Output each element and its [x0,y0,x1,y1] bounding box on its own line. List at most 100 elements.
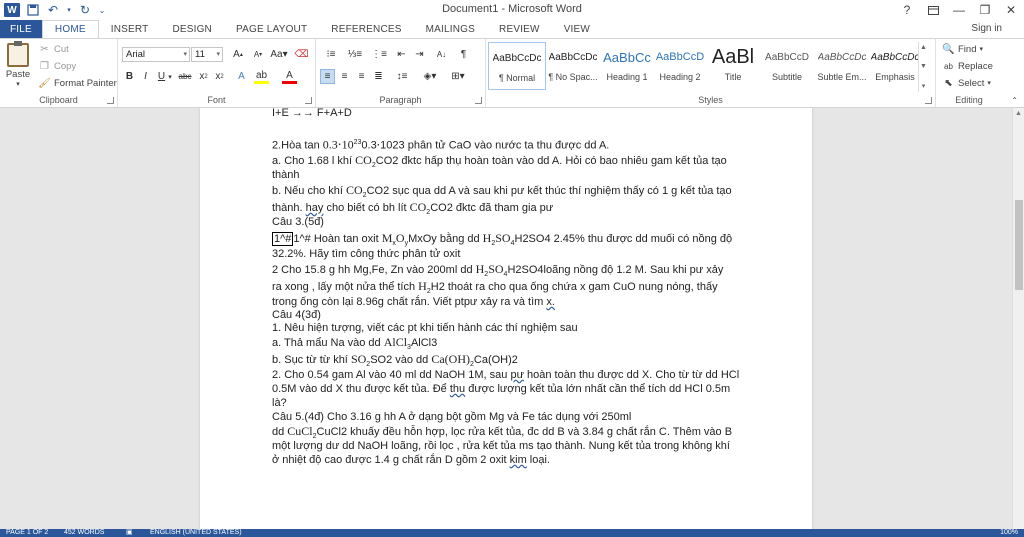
clipboard-launcher-icon[interactable] [107,97,114,104]
font-name-combo[interactable]: Arial ▾ [122,47,190,62]
align-left-icon[interactable]: ≡ [320,69,335,84]
style-subtitle[interactable]: AaBbCcD Subtitle [758,42,816,90]
help-button[interactable]: ? [894,0,920,20]
doc-line[interactable]: là? [272,396,287,410]
undo-dropdown-icon[interactable]: ▾ [66,3,72,17]
clear-formatting-icon[interactable]: ⌫ [294,47,309,62]
styles-launcher-icon[interactable] [925,97,932,104]
tab-view[interactable]: VIEW [552,20,602,38]
tab-page-layout[interactable]: PAGE LAYOUT [224,20,319,38]
undo-icon[interactable]: ↶ [46,3,60,17]
tab-mailings[interactable]: MAILINGS [414,20,487,38]
doc-line[interactable]: I+E →→ F+A+D [272,108,352,120]
page-count[interactable]: PAGE 1 OF 2 [6,529,48,537]
redo-icon[interactable]: ↻ [78,3,92,17]
subscript-button[interactable]: x2 [196,69,211,84]
bold-button[interactable]: B [122,69,137,84]
close-icon[interactable]: ✕ [998,0,1024,20]
decrease-indent-icon[interactable]: ⇤ [394,47,409,62]
collapse-ribbon-icon[interactable]: ⌃ [1011,96,1018,105]
save-icon[interactable] [26,3,40,17]
style-subtle-emphasis[interactable]: AaBbCcDc Subtle Em... [813,42,871,90]
zoom-level[interactable]: 100% [1000,529,1018,537]
tab-file[interactable]: FILE [0,20,42,38]
font-size-dropdown-icon[interactable]: ▾ [216,50,220,58]
word-count[interactable]: 452 WORDS [64,529,104,537]
restore-icon[interactable]: ❐ [972,0,998,20]
style-no-spacing[interactable]: AaBbCcDc ¶ No Spac... [544,42,602,90]
paste-button[interactable]: Paste ▾ [4,41,32,93]
multilevel-list-icon[interactable]: ⋮≡ [368,47,390,62]
doc-line[interactable]: Câu 3.(5đ) [272,215,324,229]
style-heading-2[interactable]: AaBbCcD Heading 2 [651,42,709,90]
doc-line[interactable]: Câu 4(3đ) [272,308,321,322]
sort-icon[interactable]: A↓ [434,47,449,62]
style-normal[interactable]: AaBbCcDc ¶ Normal [488,42,546,90]
cut-button[interactable]: ✂ Cut [38,42,69,56]
align-right-icon[interactable]: ≡ [354,69,369,84]
doc-line[interactable]: a. Cho 1.68 l khí CO2CO2 đktc hấp thụ ho… [272,153,727,173]
font-size-combo[interactable]: 11 ▾ [191,47,223,62]
change-case-button[interactable]: Aa▾ [268,47,290,62]
doc-line[interactable]: thành [272,168,300,182]
replace-button[interactable]: ab Replace [942,59,993,73]
justify-icon[interactable]: ≣ [371,69,386,84]
tab-insert[interactable]: INSERT [99,20,161,38]
font-color-icon[interactable]: A [282,69,297,84]
font-launcher-icon[interactable] [305,97,312,104]
tab-design[interactable]: DESIGN [160,20,224,38]
bullets-icon[interactable]: ⁝≡ [320,47,342,62]
borders-icon[interactable]: ⊞▾ [448,69,468,84]
find-button[interactable]: 🔍 Find ▾ [942,42,983,56]
doc-line[interactable]: 2.Hòa tan 0.3⋅10230.3⋅1023 phân tử CaO v… [272,136,609,153]
doc-line[interactable]: một lượng dư dd NaOH loãng, rồi lọc , rử… [272,439,730,453]
increase-indent-icon[interactable]: ⇥ [412,47,427,62]
doc-line[interactable]: 1. Nêu hiện tượng, viết các pt khi tiến … [272,321,578,335]
styles-gallery-scroll[interactable]: ▲ ▼ ▾ [918,42,928,92]
select-button[interactable]: ⬉ Select ▾ [942,76,991,90]
style-title[interactable]: AaBl Title [704,42,762,90]
proofing-icon[interactable]: ▣ [126,529,133,537]
shrink-font-button[interactable]: A ▾ [248,47,268,62]
italic-button[interactable]: I [138,69,153,84]
numbering-icon[interactable]: ⅓≡ [344,47,366,62]
vertical-scrollbar[interactable]: ▲ [1012,108,1024,529]
sign-in-link[interactable]: Sign in [971,23,1002,34]
gallery-up-icon[interactable]: ▲ [920,44,927,51]
align-center-icon[interactable]: ≡ [337,69,352,84]
minimize-icon[interactable]: — [946,0,972,20]
document-page[interactable]: I+E →→ F+A+D 2.Hòa tan 0.3⋅10230.3⋅1023 … [200,108,812,529]
tab-home[interactable]: HOME [41,20,99,38]
doc-line[interactable]: ở nhiệt độ cao được 1.4 g chất rắn D gồm… [272,453,550,467]
grow-font-button[interactable]: A ▴ [228,47,248,62]
strikethrough-button[interactable]: abc [176,69,194,84]
customize-qat-icon[interactable]: ⌄ [98,3,106,17]
doc-line[interactable]: Câu 5.(4đ) Cho 3.16 g hh A ở dạng bột gồ… [272,410,631,424]
gallery-down-icon[interactable]: ▼ [920,63,927,70]
word-logo-icon[interactable]: W [4,3,20,17]
style-emphasis[interactable]: AaBbCcDc Emphasis [866,42,924,90]
tab-review[interactable]: REVIEW [487,20,552,38]
format-painter-button[interactable]: 🖌 Format Painter [38,76,117,90]
text-effects-icon[interactable]: A [234,69,249,84]
language[interactable]: ENGLISH (UNITED STATES) [150,529,242,537]
scroll-up-icon[interactable]: ▲ [1015,110,1022,117]
highlight-color-icon[interactable]: ab [254,69,269,84]
doc-line[interactable]: 32.2%. Hãy tìm công thức phân tử oxit [272,247,460,261]
scrollbar-thumb[interactable] [1015,200,1023,290]
doc-line[interactable]: 0.5M vào dd X thu được kết tủa. Để thu đ… [272,382,730,396]
underline-dropdown-icon[interactable]: ▾ [166,69,174,84]
font-name-dropdown-icon[interactable]: ▾ [183,50,187,58]
doc-line[interactable]: 2. Cho 0.54 gam Al vào 40 ml dd NaOH 1M,… [272,368,739,382]
copy-button[interactable]: ❐ Copy [38,59,76,73]
superscript-button[interactable]: x2 [212,69,227,84]
paragraph-launcher-icon[interactable] [475,97,482,104]
line-spacing-icon[interactable]: ↕≡ [392,69,412,84]
tab-references[interactable]: REFERENCES [319,20,413,38]
shading-icon[interactable]: ◈▾ [420,69,440,84]
gallery-more-icon[interactable]: ▾ [922,82,926,90]
doc-line[interactable]: trong ống còn lại 8.96g chất rắn. Viết p… [272,295,555,309]
ribbon-display-options-icon[interactable] [920,0,946,20]
show-formatting-marks-icon[interactable]: ¶ [456,47,471,62]
document-area[interactable]: I+E →→ F+A+D 2.Hòa tan 0.3⋅10230.3⋅1023 … [0,108,1012,529]
